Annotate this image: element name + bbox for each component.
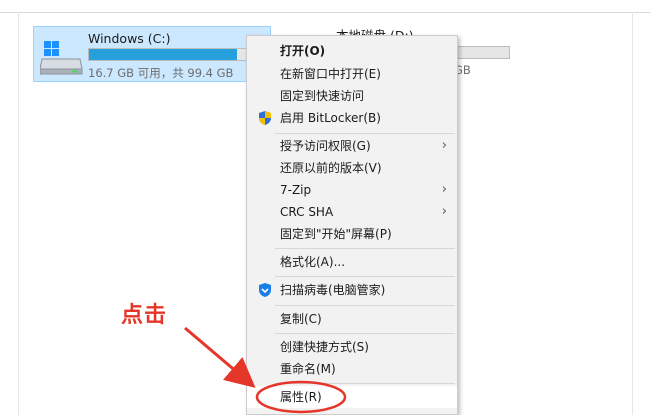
menu-item-create-shortcut[interactable]: 创建快捷方式(S): [247, 336, 457, 358]
menu-item-restore-previous[interactable]: 还原以前的版本(V): [247, 157, 457, 179]
menu-separator: [275, 133, 455, 134]
menu-item-label: 属性(R): [280, 390, 322, 404]
menu-item-label: 创建快捷方式(S): [280, 340, 369, 354]
menu-separator: [275, 276, 455, 277]
menu-item-7zip[interactable]: 7-Zip ›: [247, 179, 457, 201]
drive-c-usage-fill: [89, 49, 237, 60]
menu-item-pin-start[interactable]: 固定到"开始"屏幕(P): [247, 223, 457, 245]
menu-separator: [275, 248, 455, 249]
menu-item-label: 扫描病毒(电脑管家): [280, 283, 386, 297]
menu-item-label: 复制(C): [280, 312, 322, 326]
menu-item-grant-access[interactable]: 授予访问权限(G) ›: [247, 135, 457, 157]
menu-item-rename[interactable]: 重命名(M): [247, 358, 457, 380]
menu-item-copy[interactable]: 复制(C): [247, 308, 457, 330]
tencent-guard-icon: [259, 283, 271, 297]
menu-item-open-new-window[interactable]: 在新窗口中打开(E): [247, 63, 457, 85]
menu-item-label: 还原以前的版本(V): [280, 161, 382, 175]
menu-item-scan-virus[interactable]: 扫描病毒(电脑管家): [247, 279, 457, 301]
menu-item-label: 固定到快速访问: [280, 89, 365, 103]
hard-drive-windows-icon: [40, 41, 83, 75]
menu-item-label: 打开(O): [280, 44, 326, 58]
drive-c-space-text: 16.7 GB 可用，共 99.4 GB: [88, 66, 234, 80]
menu-item-label: 7-Zip: [280, 183, 312, 197]
menu-item-label: 格式化(A)...: [280, 255, 346, 269]
chevron-right-icon: ›: [441, 204, 447, 219]
window-right-border: [632, 12, 633, 415]
menu-item-bitlocker[interactable]: 启用 BitLocker(B): [247, 107, 457, 129]
menu-separator: [275, 305, 455, 306]
uac-shield-icon: [259, 111, 271, 125]
chevron-right-icon: ›: [441, 138, 447, 153]
menu-item-label: 固定到"开始"屏幕(P): [280, 227, 392, 241]
menu-item-properties[interactable]: 属性(R): [247, 386, 457, 408]
chevron-right-icon: ›: [441, 182, 447, 197]
drive-c-usage-bar: [88, 48, 268, 61]
window-top-border: [0, 12, 650, 13]
drive-c-name: Windows (C:): [88, 31, 171, 46]
window-left-border: [18, 12, 19, 415]
menu-separator: [275, 383, 455, 384]
annotation-arrow: [184, 326, 256, 388]
menu-item-label: 授予访问权限(G): [280, 139, 371, 153]
annotation-label: 点击: [121, 303, 168, 328]
context-menu: 打开(O) 在新窗口中打开(E) 固定到快速访问 启用 BitLocker(B)…: [246, 35, 458, 415]
menu-item-crc-sha[interactable]: CRC SHA ›: [247, 201, 457, 223]
menu-item-format[interactable]: 格式化(A)...: [247, 251, 457, 273]
menu-item-label: 启用 BitLocker(B): [280, 111, 381, 125]
menu-separator: [275, 333, 455, 334]
drive-tile-c[interactable]: Windows (C:) 16.7 GB 可用，共 99.4 GB: [33, 26, 271, 82]
menu-item-pin-quick-access[interactable]: 固定到快速访问: [247, 85, 457, 107]
menu-item-label: 重命名(M): [280, 362, 336, 376]
menu-item-open[interactable]: 打开(O): [247, 40, 457, 62]
menu-item-label: 在新窗口中打开(E): [280, 67, 381, 81]
menu-item-label: CRC SHA: [280, 205, 334, 219]
